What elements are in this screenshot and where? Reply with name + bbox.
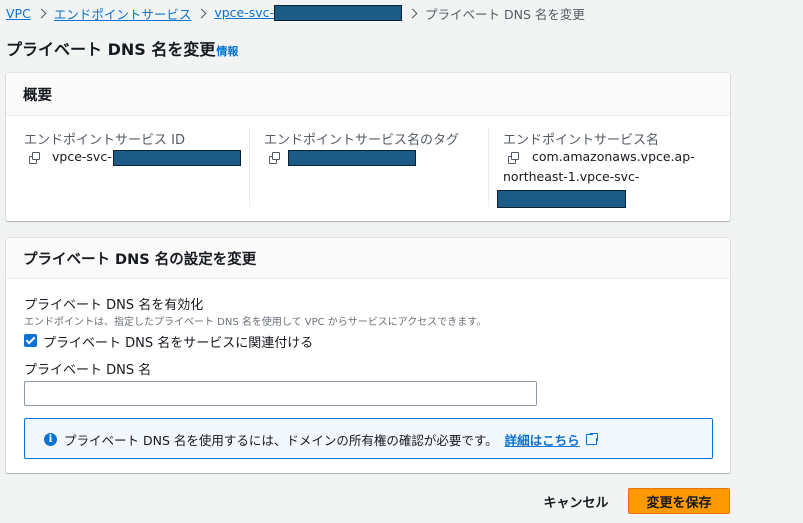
dns-settings-panel: プライベート DNS 名の設定を変更 プライベート DNS 名を有効化 エンドポ… xyxy=(6,238,730,473)
redacted-block xyxy=(288,149,416,166)
copy-icon[interactable] xyxy=(269,152,281,164)
external-link-icon[interactable] xyxy=(585,432,599,445)
service-id-text: vpce-svc- xyxy=(52,149,112,164)
copy-icon[interactable] xyxy=(508,152,520,164)
breadcrumb-link-endpoint-services[interactable]: エンドポイントサービス xyxy=(54,4,192,23)
alert-message: プライベート DNS 名を使用するには、ドメインの所有権の確認が必要です。 詳細… xyxy=(64,430,599,449)
service-id-value: vpce-svc- xyxy=(52,149,241,166)
page-header: プライベート DNS 名を変更 情報 xyxy=(6,36,238,60)
cancel-button[interactable]: キャンセル xyxy=(530,488,622,514)
chevron-right-icon xyxy=(36,8,47,18)
enable-dns-label: プライベート DNS 名を有効化 xyxy=(24,298,204,313)
service-id-label: エンドポイントサービス ID xyxy=(24,133,185,148)
info-alert: i プライベート DNS 名を使用するには、ドメインの所有権の確認が必要です。 … xyxy=(24,418,713,459)
service-name-tag-value xyxy=(288,149,416,166)
redacted-block xyxy=(112,149,241,166)
overview-header: 概要 xyxy=(6,73,730,116)
overview-title: 概要 xyxy=(23,87,52,104)
dns-settings-header: プライベート DNS 名の設定を変更 xyxy=(6,238,730,279)
column-divider xyxy=(249,127,250,207)
chevron-right-icon xyxy=(407,8,418,18)
dns-name-input[interactable] xyxy=(24,381,537,406)
breadcrumb: VPC エンドポイントサービス vpce-svc- プライベート DNS 名を変… xyxy=(6,4,585,22)
service-name-value-line1: com.amazonaws.vpce.ap- xyxy=(532,149,695,164)
enable-dns-description: エンドポイントは、指定したプライベート DNS 名を使用して VPC からサービ… xyxy=(24,317,487,328)
breadcrumb-service-label: vpce-svc- xyxy=(214,4,275,20)
redacted-block xyxy=(497,190,626,208)
learn-more-link[interactable]: 詳細はこちら xyxy=(505,430,580,449)
info-link[interactable]: 情報 xyxy=(216,43,238,59)
redacted-block xyxy=(274,5,403,22)
alert-text: プライベート DNS 名を使用するには、ドメインの所有権の確認が必要です。 xyxy=(64,433,498,448)
associate-dns-checkbox[interactable] xyxy=(24,334,37,347)
associate-dns-checkbox-label[interactable]: プライベート DNS 名をサービスに関連付ける xyxy=(43,332,313,351)
save-changes-button[interactable]: 変更を保存 xyxy=(628,488,730,514)
info-icon: i xyxy=(44,433,57,446)
breadcrumb-link-service[interactable]: vpce-svc- xyxy=(214,4,403,22)
page-title: プライベート DNS 名を変更 xyxy=(6,40,216,59)
overview-panel: 概要 エンドポイントサービス ID vpce-svc- エンドポイントサービス名… xyxy=(6,73,730,221)
breadcrumb-link-vpc[interactable]: VPC xyxy=(6,6,31,21)
service-name-value-line2: northeast-1.vpce-svc- xyxy=(503,169,640,184)
chevron-right-icon xyxy=(196,8,207,18)
dns-name-label: プライベート DNS 名 xyxy=(24,363,152,378)
breadcrumb-current: プライベート DNS 名を変更 xyxy=(425,6,585,22)
service-name-label: エンドポイントサービス名 xyxy=(503,133,660,148)
service-name-tag-label: エンドポイントサービス名のタグ xyxy=(264,133,460,148)
column-divider xyxy=(488,127,489,207)
copy-icon[interactable] xyxy=(29,152,41,164)
dns-settings-title: プライベート DNS 名の設定を変更 xyxy=(23,251,257,268)
